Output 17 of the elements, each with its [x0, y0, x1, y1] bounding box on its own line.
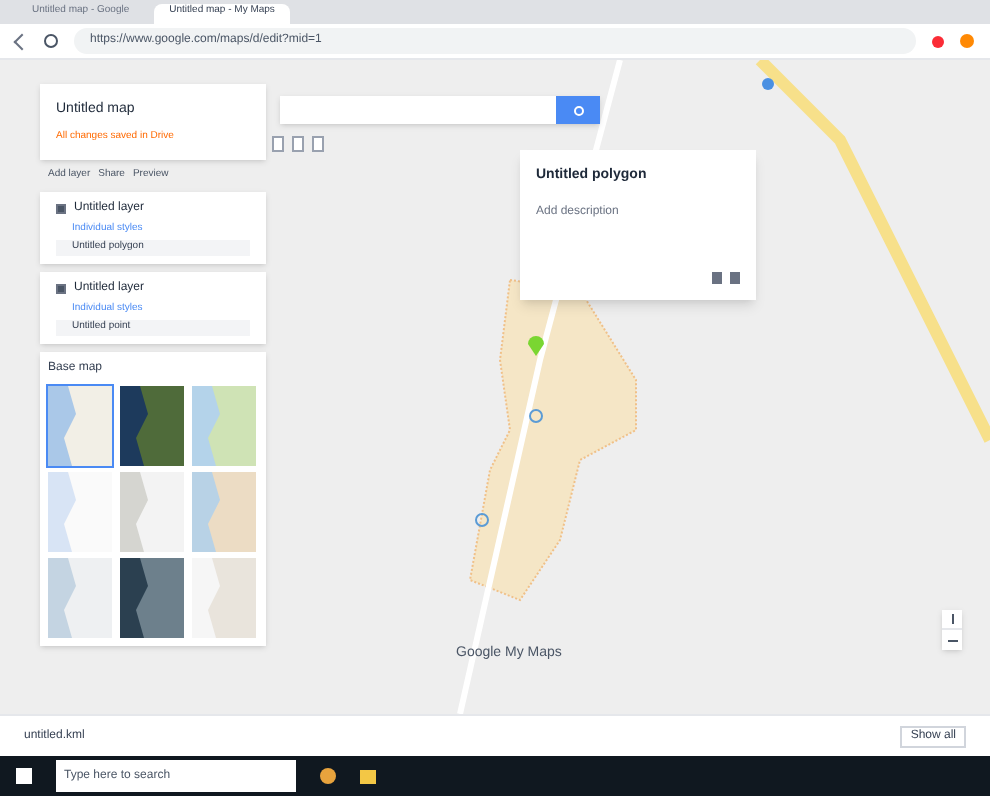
- basemap-thumbnail[interactable]: [120, 385, 184, 465]
- profile-icon[interactable]: [960, 34, 974, 48]
- basemap-thumbnail[interactable]: [48, 385, 112, 465]
- basemap-thumbnail[interactable]: [120, 557, 184, 637]
- basemap-thumbnail[interactable]: [120, 471, 184, 551]
- zoom-in-button[interactable]: [942, 610, 962, 630]
- search-icon: [573, 105, 583, 115]
- basemap-thumbnail[interactable]: [192, 557, 256, 637]
- extension-icon[interactable]: [932, 35, 944, 47]
- reload-icon[interactable]: [44, 34, 58, 48]
- start-icon[interactable]: [16, 768, 32, 784]
- basemap-thumbnail[interactable]: [192, 385, 256, 465]
- layer-checkbox[interactable]: [56, 283, 66, 293]
- basemap-thumbnail[interactable]: [48, 557, 112, 637]
- search-button[interactable]: [556, 96, 600, 124]
- basemap-thumbnail[interactable]: [192, 471, 256, 551]
- layer-checkbox[interactable]: [56, 203, 66, 213]
